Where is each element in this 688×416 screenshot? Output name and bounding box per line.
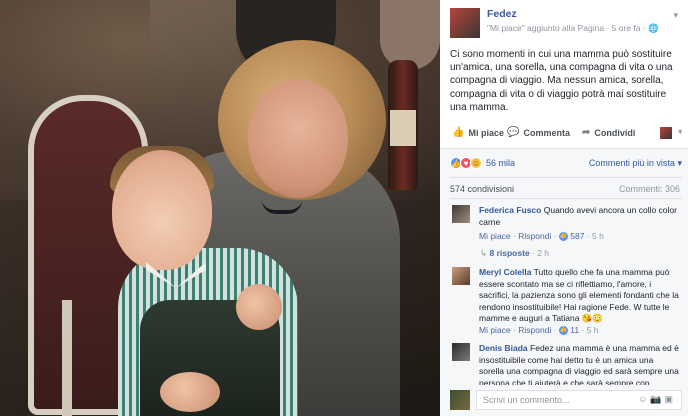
post-timestamp[interactable]: "Mi piace" aggiunto alla Pagina · 5 ore … [487,23,648,33]
photo-child-face [112,150,212,270]
divider [450,198,682,199]
comment-icon: 💬 [507,127,520,138]
comment-meta: Mi piace · Rispondi · 👍 587 · 5 h [479,231,604,242]
page-avatar[interactable] [450,8,480,38]
comment-time[interactable]: 5 h [587,325,599,335]
share-label: Condividi [594,127,636,138]
composer-icons: ☺📷▣ [638,394,676,405]
commenter-avatar[interactable] [452,205,470,223]
comment-text: Federica Fusco Quando avevi ancora un co… [479,205,679,228]
emoji-icon[interactable]: ☺ [638,394,650,404]
reactions-bar: 👍 ♥ ☺ 56 mila Commenti più in vista ▾ [450,157,682,171]
reactions-count[interactable]: 56 mila [486,158,515,168]
photo-hand [236,284,282,330]
comment-text: Denis Biada Fedez una mamma è una mamma … [479,343,679,385]
photo-woman-face [248,80,348,198]
post-text: Ci sono momenti in cui una mamma può sos… [450,49,673,113]
thumbs-up-icon: 👍 [558,326,568,336]
reaction-icons[interactable]: 👍 ♥ ☺ [450,157,482,169]
chevron-down-icon[interactable]: ▾ [678,128,682,136]
post-actions: 👍 Mi piace 💬 Commenta ➦ Condividi ▾ [450,127,682,141]
thumbs-up-icon: 👍 [558,232,568,242]
comments-count[interactable]: Commenti: 306 [619,184,680,194]
comment-reply-button[interactable]: Rispondi [518,325,551,335]
comment-reply-button[interactable]: Rispondi [518,231,551,241]
comments-sort-label: Commenti più in vista [588,158,675,168]
replies-time: 2 h [537,248,550,258]
comment-button[interactable]: 💬 Commenta [507,127,570,138]
comment-likes-count[interactable]: 587 [570,231,584,241]
photo-hand-lower [160,372,220,412]
photo-bottle-label [390,110,416,146]
commenter-name[interactable]: Meryl Colella [479,267,531,277]
commenter-name[interactable]: Federica Fusco [479,205,541,215]
page-name-link[interactable]: Fedez [487,8,517,20]
reply-arrow-icon: ↳ [480,248,488,258]
chevron-down-icon[interactable]: ▾ [673,10,678,21]
comment-label: Commenta [523,127,570,138]
view-replies[interactable]: ↳ 8 risposte · 2 h [480,248,549,259]
comment-time[interactable]: 5 h [592,231,604,241]
comment: Federica Fusco Quando avevi ancora un co… [452,205,680,245]
post-header: Fedez "Mi piace" aggiunto alla Pagina · … [450,8,682,38]
post-subline: "Mi piace" aggiunto alla Pagina · 5 ore … [487,23,659,34]
share-icon: ➦ [582,127,591,138]
like-label: Mi piace [468,127,504,138]
post-panel: Fedez "Mi piace" aggiunto alla Pagina · … [440,0,688,416]
comment-meta: Mi piace · Rispondi · 👍 11 · 5 h [479,325,599,336]
comment-like-button[interactable]: Mi piace [479,325,511,335]
comment: Denis Biada Fedez una mamma è una mamma … [452,343,680,385]
comment-like-button[interactable]: Mi piace [479,231,511,241]
like-button[interactable]: 👍 Mi piace [452,127,504,138]
photo-chair-leg [62,300,72,416]
comment-composer: ☺📷▣ [450,390,682,410]
replies-count[interactable]: 8 risposte [490,248,530,258]
share-button[interactable]: ➦ Condividi [582,127,635,138]
camera-icon[interactable]: 📷 [650,394,664,404]
post-as-avatar[interactable] [660,127,672,139]
comment-text: Meryl Colella Tutto quello che fa una ma… [479,267,679,325]
commenter-avatar[interactable] [452,267,470,285]
thumbs-up-icon: 👍 [452,127,465,138]
haha-reaction-icon: ☺ [470,157,482,169]
chevron-down-icon: ▾ [677,158,682,168]
comment: Meryl Colella Tutto quello che fa una ma… [452,267,680,337]
globe-icon: 🌐 [648,23,659,33]
post-photo[interactable] [0,0,440,416]
commenter-avatar[interactable] [452,343,470,361]
user-avatar [450,390,470,410]
comment-likes-count[interactable]: 11 [570,325,579,335]
commenter-name[interactable]: Denis Biada [479,343,528,353]
gif-icon[interactable]: ▣ [664,394,676,404]
divider [450,177,682,178]
comments-sort-dropdown[interactable]: Commenti più in vista ▾ [589,158,682,169]
shares-count[interactable]: 574 condivisioni [450,184,514,194]
